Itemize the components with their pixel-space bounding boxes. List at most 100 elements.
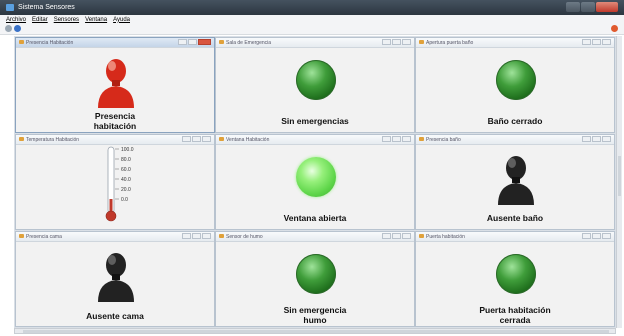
scroll-thumb[interactable] bbox=[23, 330, 609, 333]
panel-presencia-bano[interactable]: Presencia baño Ausente baño bbox=[415, 134, 615, 230]
panel-icon bbox=[19, 234, 24, 238]
panel-header: Ventana Habitación bbox=[216, 135, 414, 145]
toolbar bbox=[0, 24, 624, 35]
panel-close-button[interactable] bbox=[198, 39, 211, 45]
panel-title: Ventana Habitación bbox=[226, 137, 270, 143]
window-title: Sistema Sensores bbox=[18, 4, 75, 11]
thermo-tick: 100.0 bbox=[121, 147, 134, 153]
menu-ayuda[interactable]: Ayuda bbox=[113, 17, 130, 23]
panel-title: Presencia Habitación bbox=[26, 40, 74, 46]
panel-caption: Ausente cama bbox=[86, 311, 144, 321]
panel-ventana-habitacion[interactable]: Ventana Habitación Ventana abierta bbox=[215, 134, 415, 230]
panel-presencia-cama[interactable]: Presencia cama Ausente cama bbox=[15, 231, 215, 327]
panel-maximize-button[interactable] bbox=[392, 39, 401, 45]
panel-title: Apertura puerta baño bbox=[426, 40, 474, 46]
panel-maximize-button[interactable] bbox=[192, 136, 201, 142]
panel-title: Presencia cama bbox=[26, 234, 62, 240]
panel-icon bbox=[19, 137, 24, 141]
panel-caption: Presencia habitación bbox=[93, 111, 137, 131]
panel-icon bbox=[419, 137, 424, 141]
panel-icon bbox=[219, 234, 224, 238]
panel-icon bbox=[19, 40, 24, 44]
panel-minimize-button[interactable] bbox=[582, 39, 591, 45]
panel-minimize-button[interactable] bbox=[182, 136, 191, 142]
panel-close-button[interactable] bbox=[202, 136, 211, 142]
panel-minimize-button[interactable] bbox=[582, 136, 591, 142]
panel-sensor-humo[interactable]: Sensor de humo Sin emergencia humo bbox=[215, 231, 415, 327]
panel-title: Presencia baño bbox=[426, 137, 461, 143]
panel-close-button[interactable] bbox=[602, 233, 611, 239]
panel-close-button[interactable] bbox=[402, 136, 411, 142]
panel-caption: Ventana abierta bbox=[283, 213, 347, 223]
panel-presencia-habitacion[interactable]: Presencia Habitación Presencia habitació… bbox=[15, 37, 215, 133]
thermo-tick: 80.0 bbox=[121, 157, 131, 163]
horizontal-scrollbar[interactable] bbox=[14, 328, 616, 334]
thermometer-icon: 100.0 80.0 60.0 40.0 20.0 0.0 bbox=[105, 146, 134, 222]
panel-close-button[interactable] bbox=[402, 39, 411, 45]
thermo-tick: 60.0 bbox=[121, 167, 131, 173]
panel-maximize-button[interactable] bbox=[392, 233, 401, 239]
panel-minimize-button[interactable] bbox=[582, 233, 591, 239]
minimize-button[interactable] bbox=[566, 2, 580, 12]
panel-header: Presencia baño bbox=[416, 135, 614, 145]
info-icon[interactable] bbox=[14, 25, 21, 32]
menu-bar: Archivo Editar Sensores Ventana Ayuda bbox=[0, 15, 624, 24]
panel-temperatura-habitacion[interactable]: Temperatura Habitación 100.0 80.0 60.0 4… bbox=[15, 134, 215, 230]
menu-archivo[interactable]: Archivo bbox=[6, 17, 26, 23]
panel-maximize-button[interactable] bbox=[188, 39, 197, 45]
panel-maximize-button[interactable] bbox=[592, 39, 601, 45]
panel-icon bbox=[219, 40, 224, 44]
panel-header: Puerta habitación bbox=[416, 232, 614, 242]
panel-caption: Sin emergencias bbox=[281, 116, 349, 126]
panel-close-button[interactable] bbox=[602, 136, 611, 142]
panel-caption: Baño cerrado bbox=[487, 116, 543, 126]
close-button[interactable] bbox=[596, 2, 618, 12]
panel-title: Sala de Emergencia bbox=[226, 40, 272, 46]
thermo-tick: 20.0 bbox=[121, 187, 131, 193]
status-led-bright bbox=[296, 157, 336, 197]
panel-minimize-button[interactable] bbox=[178, 39, 187, 45]
panel-close-button[interactable] bbox=[402, 233, 411, 239]
panel-puerta-habitacion[interactable]: Puerta habitación Puerta habitación cerr… bbox=[415, 231, 615, 327]
maximize-button[interactable] bbox=[581, 2, 595, 12]
scroll-thumb[interactable] bbox=[618, 156, 621, 196]
app-icon bbox=[6, 4, 14, 11]
panel-minimize-button[interactable] bbox=[382, 233, 391, 239]
status-led-green bbox=[496, 254, 536, 294]
panel-header: Temperatura Habitación bbox=[16, 135, 214, 145]
panel-apertura-puerta-bano[interactable]: Apertura puerta baño Baño cerrado bbox=[415, 37, 615, 133]
sensor-desktop: Presencia Habitación Presencia habitació… bbox=[14, 36, 616, 328]
panel-title: Temperatura Habitación bbox=[26, 137, 80, 143]
panel-header: Apertura puerta baño bbox=[416, 38, 614, 48]
panel-header: Sala de Emergencia bbox=[216, 38, 414, 48]
panel-minimize-button[interactable] bbox=[382, 136, 391, 142]
panel-maximize-button[interactable] bbox=[592, 136, 601, 142]
alert-icon[interactable] bbox=[611, 25, 618, 32]
menu-editar[interactable]: Editar bbox=[32, 17, 48, 23]
vertical-scrollbar[interactable] bbox=[616, 36, 622, 328]
panel-sala-emergencia[interactable]: Sala de Emergencia Sin emergencias bbox=[215, 37, 415, 133]
menu-sensores[interactable]: Sensores bbox=[54, 17, 79, 23]
panel-caption: Sin emergencia humo bbox=[283, 305, 347, 325]
thermo-tick: 0.0 bbox=[121, 197, 128, 203]
person-icon-black bbox=[98, 253, 134, 302]
panel-maximize-button[interactable] bbox=[592, 233, 601, 239]
panel-title: Sensor de humo bbox=[226, 234, 263, 240]
thermo-tick: 40.0 bbox=[121, 177, 131, 183]
panel-maximize-button[interactable] bbox=[192, 233, 201, 239]
panel-caption: Puerta habitación cerrada bbox=[479, 305, 551, 325]
panel-close-button[interactable] bbox=[202, 233, 211, 239]
panel-close-button[interactable] bbox=[602, 39, 611, 45]
panel-minimize-button[interactable] bbox=[382, 39, 391, 45]
window-title-bar: Sistema Sensores bbox=[0, 0, 624, 15]
panel-title: Puerta habitación bbox=[426, 234, 465, 240]
status-led-green bbox=[296, 60, 336, 100]
panel-header: Sensor de humo bbox=[216, 232, 414, 242]
settings-icon[interactable] bbox=[5, 25, 12, 32]
menu-ventana[interactable]: Ventana bbox=[85, 17, 107, 23]
panel-maximize-button[interactable] bbox=[392, 136, 401, 142]
panel-minimize-button[interactable] bbox=[182, 233, 191, 239]
panel-caption: Ausente baño bbox=[486, 213, 544, 223]
panel-header: Presencia Habitación bbox=[16, 38, 214, 48]
status-led-green bbox=[496, 60, 536, 100]
